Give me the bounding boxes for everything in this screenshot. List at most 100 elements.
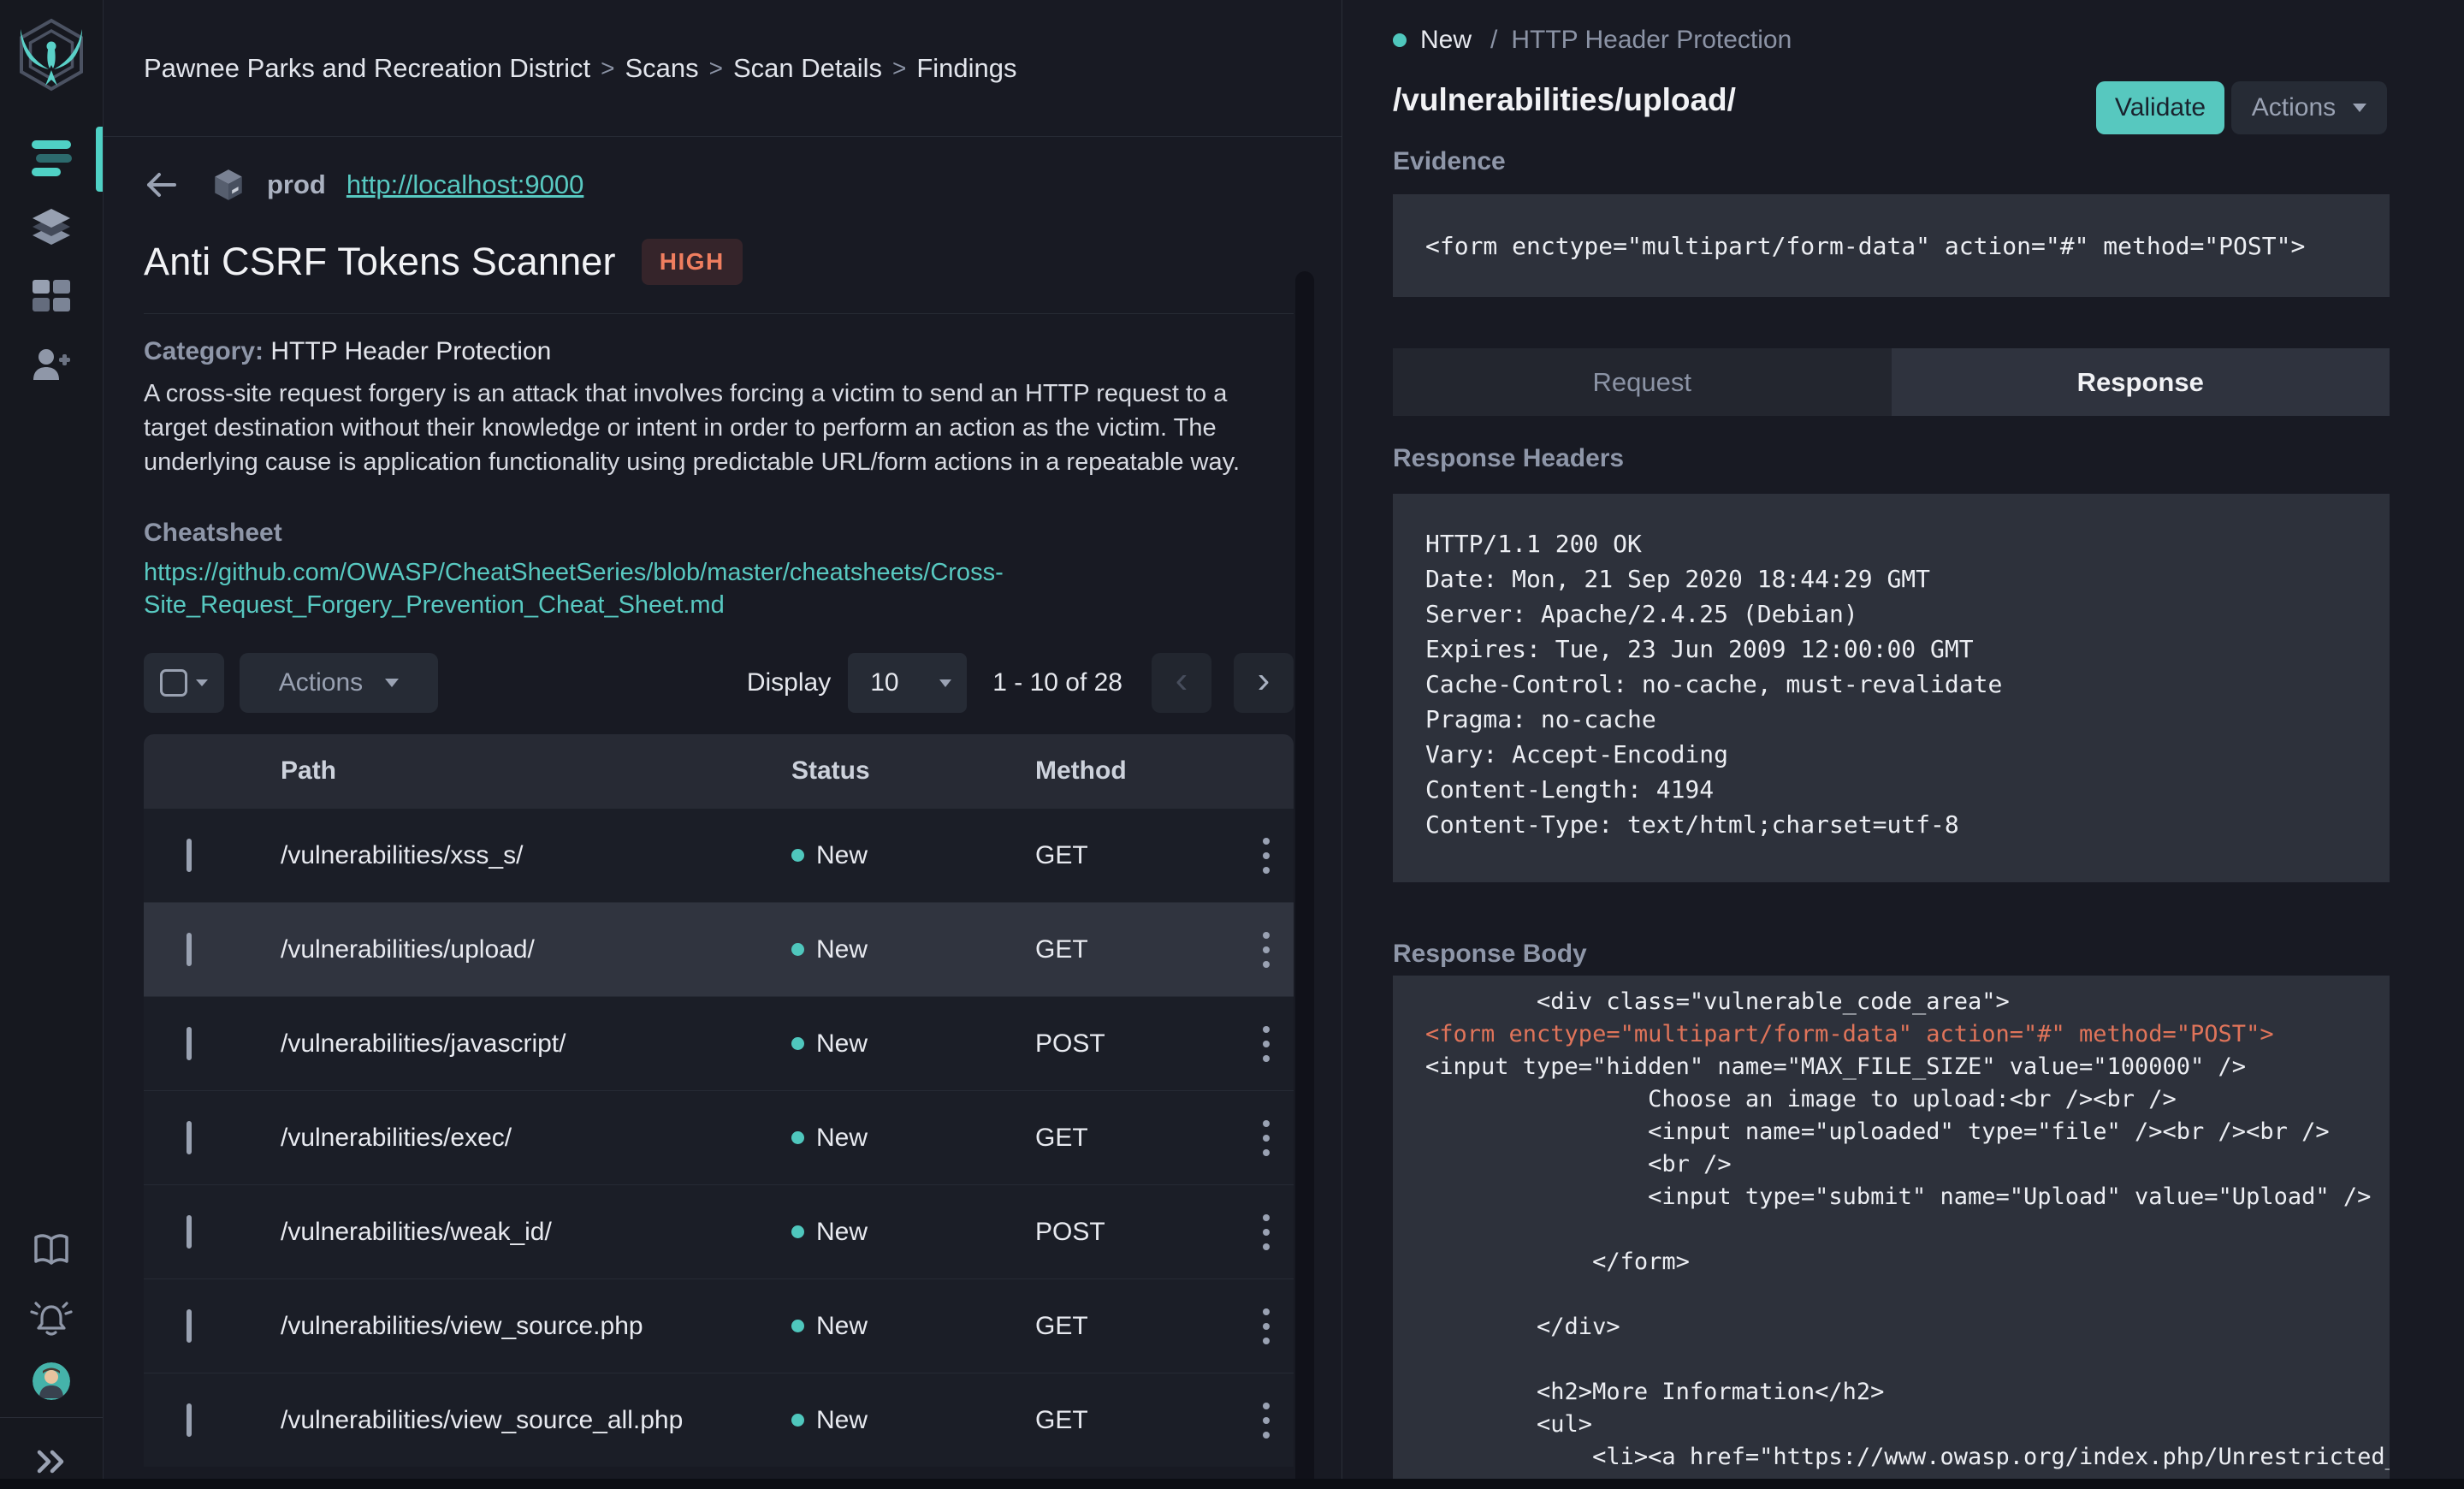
table-row[interactable]: /vulnerabilities/view_source_all.php New…	[144, 1373, 1294, 1467]
next-page-button[interactable]: ›	[1234, 653, 1294, 713]
row-method: POST	[1035, 1217, 1105, 1246]
row-menu-button[interactable]	[1239, 1308, 1294, 1344]
row-checkbox[interactable]	[187, 1403, 192, 1437]
chevrons-right-icon	[37, 1450, 64, 1474]
row-menu-button[interactable]	[1239, 837, 1294, 874]
layers-icon	[33, 209, 70, 245]
body-line: </div>	[1425, 1314, 1620, 1340]
status-dot	[791, 943, 804, 956]
finding-description: A cross-site request forgery is an attac…	[144, 380, 1241, 476]
header-line: Expires: Tue, 23 Jun 2009 12:00:00 GMT	[1425, 635, 1974, 663]
sidebar-item-docs[interactable]	[0, 1225, 103, 1273]
cheatsheet-link[interactable]: https://github.com/OWASP/CheatSheetSerie…	[144, 556, 1025, 621]
sidebar-item-dashboard[interactable]	[0, 272, 103, 320]
row-checkbox[interactable]	[187, 1026, 192, 1060]
bell-icon	[30, 1302, 73, 1336]
findings-table-header: Path Status Method	[144, 734, 1294, 808]
status-dot	[791, 1131, 804, 1144]
chevron-down-icon	[196, 679, 208, 686]
chevron-down-icon	[385, 679, 400, 687]
row-path: /vulnerabilities/upload/	[281, 934, 535, 964]
row-path: /vulnerabilities/exec/	[281, 1123, 512, 1152]
table-row[interactable]: /vulnerabilities/javascript/ New POST	[144, 996, 1294, 1090]
previous-page-button[interactable]: ‹	[1152, 653, 1211, 713]
user-add-icon	[33, 349, 70, 380]
select-all-dropdown[interactable]	[144, 653, 224, 713]
page-size-select[interactable]: 10	[848, 653, 968, 713]
row-status: New	[816, 840, 868, 869]
status-dot	[791, 1320, 804, 1332]
table-row[interactable]: /vulnerabilities/view_source.php New GET	[144, 1278, 1294, 1373]
column-method: Method	[1035, 756, 1127, 785]
target-row: prod http://localhost:9000	[144, 164, 583, 205]
row-checkbox[interactable]	[187, 1120, 192, 1154]
breadcrumb-separator: >	[601, 54, 615, 81]
horizontal-scrollbar-track[interactable]	[0, 1479, 2464, 1489]
row-status: New	[816, 1123, 868, 1152]
breadcrumb-item[interactable]: Findings	[916, 53, 1016, 84]
user-avatar[interactable]	[33, 1362, 70, 1400]
row-method: GET	[1035, 1405, 1088, 1434]
row-method: GET	[1035, 1311, 1088, 1340]
status-dot	[1393, 33, 1407, 47]
select-all-checkbox[interactable]	[160, 669, 187, 697]
row-path: /vulnerabilities/xss_s/	[281, 840, 524, 869]
table-row[interactable]: /vulnerabilities/upload/ New GET	[144, 902, 1294, 996]
severity-badge: HIGH	[641, 239, 743, 285]
target-url-link[interactable]: http://localhost:9000	[346, 169, 583, 200]
detail-actions-label: Actions	[2251, 93, 2337, 122]
breadcrumb: Pawnee Parks and Recreation District > Sca…	[144, 53, 1017, 84]
body-line: <ul>	[1425, 1411, 1593, 1438]
finding-title-row: Anti CSRF Tokens Scanner HIGH	[144, 239, 743, 285]
breadcrumb-item[interactable]: Scans	[625, 53, 698, 84]
validate-button[interactable]: Validate	[2096, 81, 2224, 134]
app-window: Pawnee Parks and Recreation District > Sca…	[0, 0, 2464, 1489]
findings-panel: Pawnee Parks and Recreation District > Sca…	[104, 0, 1342, 1489]
row-checkbox[interactable]	[187, 838, 192, 872]
row-checkbox[interactable]	[187, 932, 192, 966]
body-line: <li><a href="https://www.owasp.org/index…	[1592, 1444, 2390, 1470]
vertical-scrollbar[interactable]	[1295, 271, 1314, 1489]
row-menu-button[interactable]	[1239, 1213, 1294, 1250]
title-divider	[144, 313, 1294, 314]
breadcrumb-item[interactable]: Pawnee Parks and Recreation District	[144, 53, 590, 84]
response-headers-code: HTTP/1.1 200 OK Date: Mon, 21 Sep 2020 18…	[1393, 494, 2390, 882]
bulk-actions-button[interactable]: Actions	[240, 653, 438, 713]
row-status: New	[816, 1217, 868, 1246]
evidence-label: Evidence	[1393, 147, 1506, 175]
back-arrow-icon[interactable]	[144, 168, 178, 202]
findings-table-body: /vulnerabilities/xss_s/ New GET /vulnera…	[144, 808, 1294, 1467]
breadcrumb-separator: >	[708, 54, 723, 81]
findings-toolbar: Actions Display 10 1 - 10 of 28 ‹ ›	[144, 653, 1294, 713]
sidebar-item-notifications[interactable]	[0, 1294, 103, 1342]
row-checkbox[interactable]	[187, 1214, 192, 1249]
display-label: Display	[746, 668, 832, 697]
tab-request[interactable]: Request	[1393, 348, 1892, 416]
sidebar-item-users[interactable]	[0, 341, 103, 389]
detail-status-line: New / HTTP Header Protection	[1393, 26, 1792, 55]
breadcrumb-item[interactable]: Scan Details	[733, 53, 882, 84]
row-menu-button[interactable]	[1239, 1025, 1294, 1062]
status-dot	[791, 1225, 804, 1238]
row-menu-button[interactable]	[1239, 931, 1294, 968]
table-row[interactable]: /vulnerabilities/exec/ New GET	[144, 1090, 1294, 1184]
findings-table: Path Status Method /vulnerabilities/xss_…	[144, 734, 1294, 1467]
table-row[interactable]: /vulnerabilities/weak_id/ New POST	[144, 1184, 1294, 1278]
tab-response[interactable]: Response	[1891, 348, 2390, 416]
body-line: <input type="hidden" name="MAX_FILE_SIZE…	[1425, 1053, 2247, 1080]
chevron-down-icon	[2353, 104, 2367, 112]
body-line: <form enctype="multipart/form-data" acti…	[1425, 1021, 2274, 1047]
detail-actions-button[interactable]: Actions	[2231, 81, 2387, 134]
header-line: Content-Length: 4194	[1425, 775, 1715, 804]
status-dot	[791, 1414, 804, 1427]
breadcrumb-separator: >	[892, 54, 907, 81]
table-row[interactable]: /vulnerabilities/xss_s/ New GET	[144, 808, 1294, 902]
category-line: Category: HTTP Header Protection	[144, 337, 551, 366]
sidebar-item-findings[interactable]	[0, 134, 103, 182]
phoenix-logo-icon	[9, 12, 94, 98]
row-checkbox[interactable]	[187, 1308, 192, 1343]
row-menu-button[interactable]	[1239, 1119, 1294, 1156]
column-status: Status	[791, 756, 870, 785]
sidebar-item-layers[interactable]	[0, 203, 103, 251]
row-menu-button[interactable]	[1239, 1402, 1294, 1439]
